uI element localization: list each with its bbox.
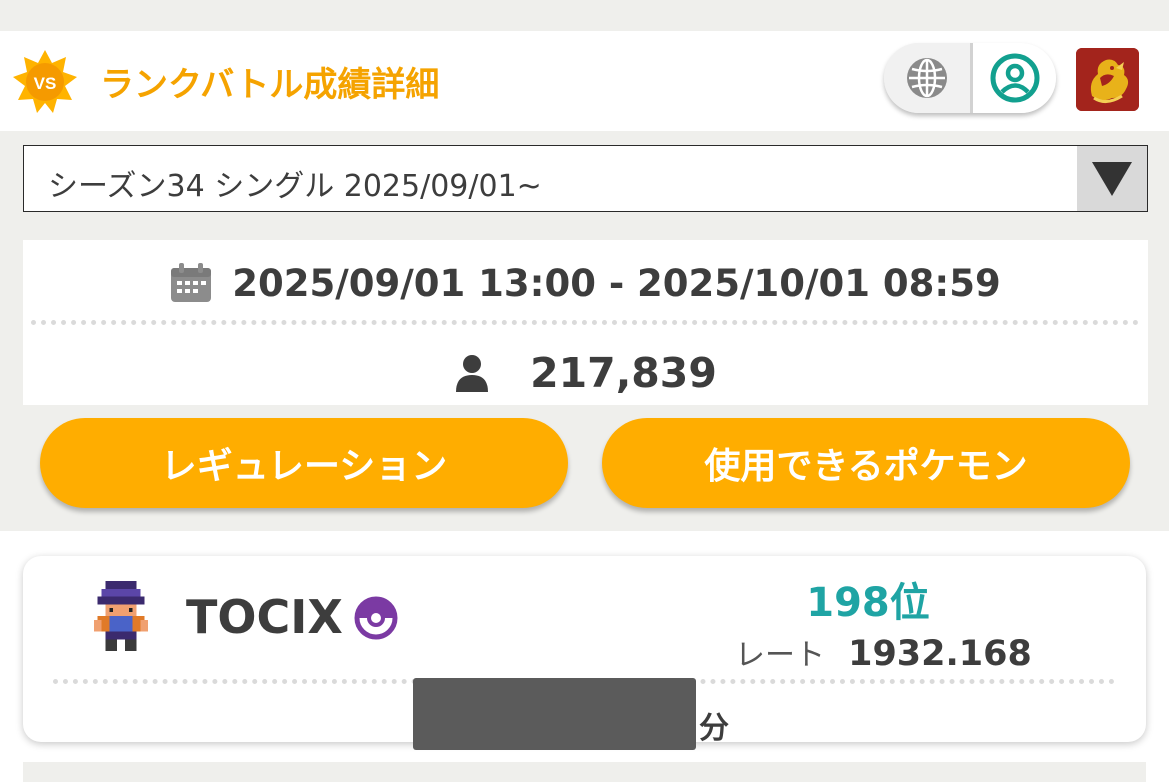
redacted-block xyxy=(413,678,696,750)
rate-value: 1932.168 xyxy=(848,634,1032,674)
rank-battle-page: VS ランクバトル成績詳細 シーズン34 シングル 2025/09/01~ 20… xyxy=(0,0,1169,782)
dragon-emblem-icon xyxy=(1076,48,1139,111)
season-select-toggle[interactable] xyxy=(1077,146,1147,211)
regulation-button[interactable]: レギュレーション xyxy=(40,418,568,508)
season-period-row: 2025/09/01 13:00 - 2025/10/01 08:59 xyxy=(23,258,1148,308)
rank-position: 198位 xyxy=(806,580,930,626)
profile-button[interactable] xyxy=(970,43,1056,113)
calendar-icon xyxy=(171,263,212,302)
season-players-row: 217,839 xyxy=(23,345,1148,401)
next-section-edge xyxy=(23,762,1146,782)
master-ball-icon xyxy=(354,596,398,640)
usable-pokemon-button[interactable]: 使用できるポケモン xyxy=(602,418,1130,508)
player-name: TOCIX xyxy=(186,590,343,644)
header-toggle-pill xyxy=(884,43,1056,113)
page-title: ランクバトル成績詳細 xyxy=(100,65,440,105)
profile-icon xyxy=(990,53,1039,103)
language-button[interactable] xyxy=(884,43,970,113)
vs-badge-text: VS xyxy=(34,74,57,93)
rate-row: レート 1932.168 xyxy=(735,630,1032,674)
season-info-card: 2025/09/01 13:00 - 2025/10/01 08:59 217,… xyxy=(23,240,1148,405)
dropdown-arrow-icon xyxy=(1092,161,1132,196)
divider xyxy=(31,320,1139,325)
minutes-unit: 分 xyxy=(699,711,729,746)
trainer-badge-icon[interactable] xyxy=(1076,48,1139,111)
season-select-value: シーズン34 シングル 2025/09/01~ xyxy=(48,169,542,204)
season-select[interactable]: シーズン34 シングル 2025/09/01~ xyxy=(23,145,1148,212)
player-count: 217,839 xyxy=(530,349,717,397)
header: VS ランクバトル成績詳細 xyxy=(0,31,1169,131)
person-icon xyxy=(456,355,489,392)
rate-label: レート xyxy=(735,638,825,673)
season-period: 2025/09/01 13:00 - 2025/10/01 08:59 xyxy=(232,261,1001,305)
globe-icon xyxy=(907,58,947,98)
trainer-avatar xyxy=(93,581,149,651)
vs-star-icon: VS xyxy=(13,50,77,113)
